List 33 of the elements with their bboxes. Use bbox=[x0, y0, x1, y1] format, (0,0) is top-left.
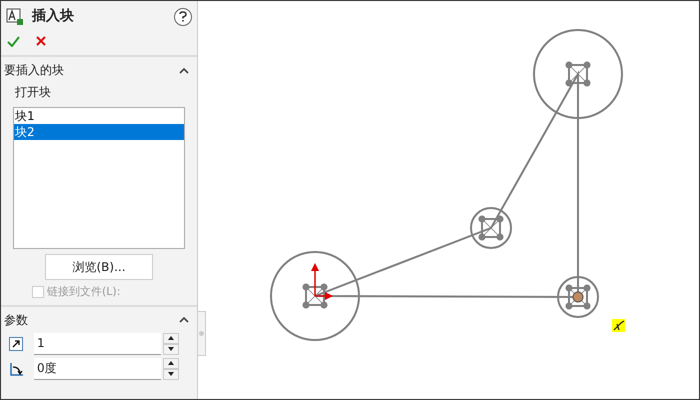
origin-axes-icon bbox=[311, 263, 333, 300]
list-item[interactable]: 块1 bbox=[14, 108, 184, 124]
value-field[interactable]: 0度 bbox=[34, 358, 161, 380]
browse-button[interactable]: 浏览(B)... bbox=[45, 254, 153, 280]
up-triangle-icon bbox=[168, 336, 174, 340]
list-item[interactable]: 块2 bbox=[14, 124, 184, 140]
section-subtitle: 打开块 bbox=[15, 84, 52, 101]
cancel-button[interactable] bbox=[36, 36, 46, 46]
down-triangle-icon bbox=[168, 347, 174, 351]
spin-up-button[interactable] bbox=[163, 358, 179, 368]
spin-up-button[interactable] bbox=[163, 332, 179, 344]
section-title: 要插入的块 bbox=[4, 62, 64, 79]
help-button[interactable] bbox=[174, 8, 192, 26]
panel-title: 插入块 bbox=[32, 7, 74, 26]
rotate-angle-icon bbox=[9, 360, 25, 376]
panel-collapse-handle[interactable] bbox=[198, 311, 206, 356]
constraint-icon bbox=[612, 319, 625, 332]
block-insert-icon bbox=[6, 8, 24, 26]
collapse-caret-icon[interactable] bbox=[179, 66, 189, 74]
up-triangle-icon bbox=[168, 361, 174, 365]
collapse-caret-icon[interactable] bbox=[179, 316, 189, 323]
spin-down-button[interactable] bbox=[163, 344, 179, 354]
down-triangle-icon bbox=[168, 372, 174, 376]
spin-down-button[interactable] bbox=[163, 368, 179, 380]
selected-point[interactable] bbox=[572, 292, 584, 302]
question-mark-icon bbox=[179, 11, 187, 22]
checkmark-icon bbox=[7, 36, 20, 46]
scale-icon bbox=[9, 336, 23, 350]
confirm-button[interactable] bbox=[7, 36, 20, 46]
link-label: 链接到文件(L): bbox=[47, 284, 120, 300]
close-icon bbox=[36, 36, 46, 46]
value-field[interactable]: 1 bbox=[34, 332, 161, 354]
section-title: 参数 bbox=[4, 312, 28, 328]
